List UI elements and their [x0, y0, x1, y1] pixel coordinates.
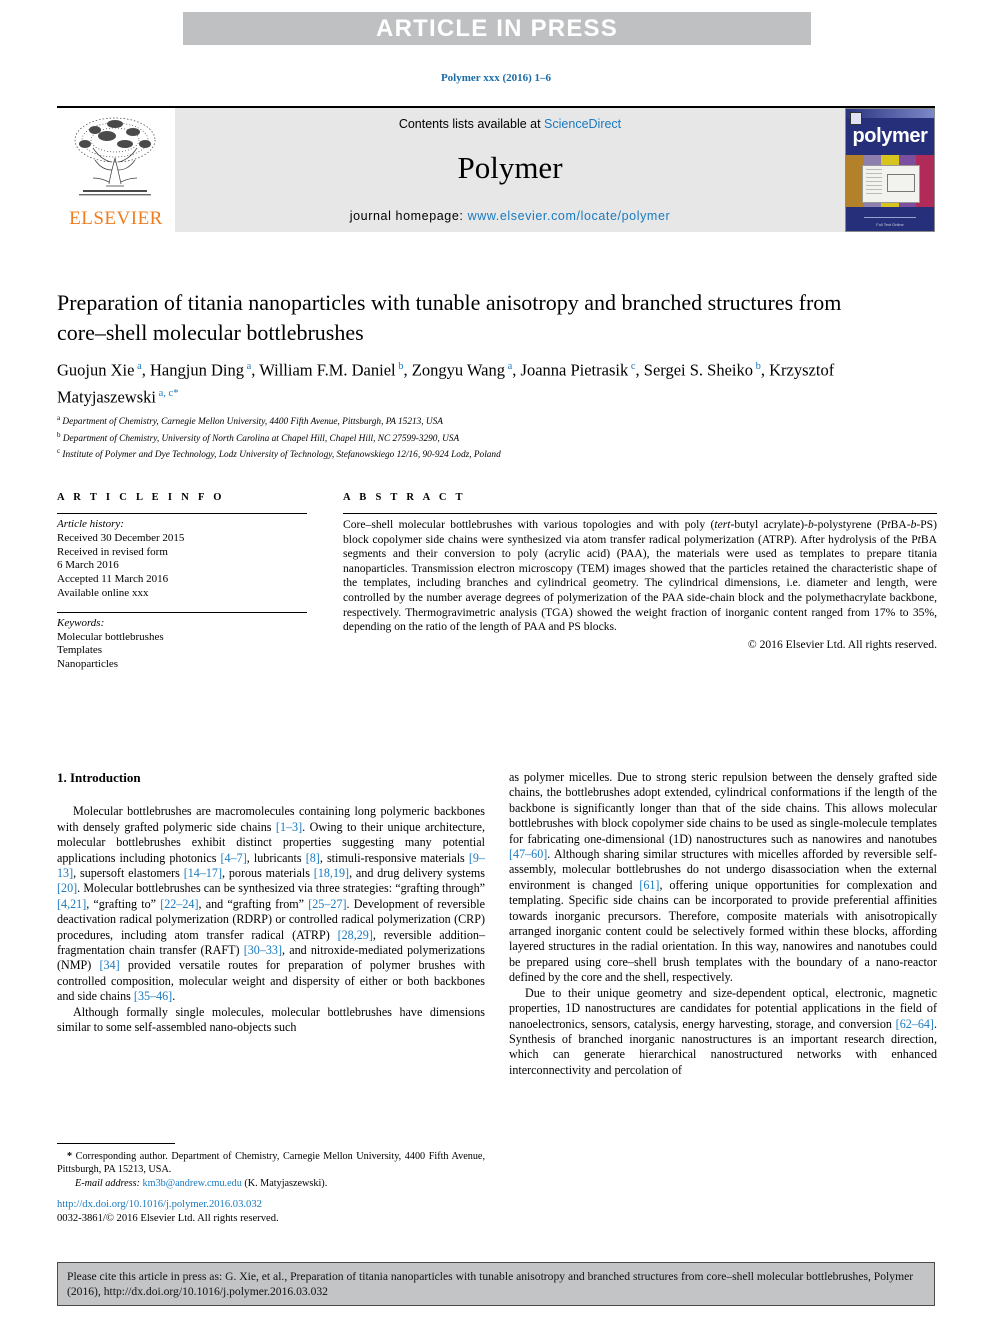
- cover-journal-name: polymer: [852, 125, 928, 147]
- affiliation-item: c Institute of Polymer and Dye Technolog…: [57, 447, 501, 461]
- author-affiliation-mark: a: [134, 361, 142, 372]
- running-head-citation: Polymer xxx (2016) 1–6: [440, 72, 552, 84]
- body-paragraph: as polymer micelles. Due to strong steri…: [509, 770, 937, 985]
- cite-this-article-box: Please cite this article in press as: G.…: [57, 1262, 935, 1306]
- author-affiliation-mark: a: [504, 361, 513, 372]
- right-column-paragraphs: as polymer micelles. Due to strong steri…: [509, 770, 937, 1078]
- page-title: Preparation of titania nanoparticles wit…: [57, 290, 842, 345]
- email-note: E-mail address: km3b@andrew.cmu.edu (K. …: [57, 1177, 485, 1190]
- keyword-item: Nanoparticles: [57, 658, 119, 671]
- journal-cover-thumbnail: polymer Full Text Online: [845, 108, 935, 232]
- issn-copyright-line: 0032-3861/© 2016 Elsevier Ltd. All right…: [57, 1212, 279, 1224]
- article-history-item: 6 March 2016: [57, 559, 119, 572]
- article-history-item: Accepted 11 March 2016: [57, 573, 169, 586]
- author-affiliation-mark: b: [753, 361, 761, 372]
- author-name: Sergei S. Sheiko: [643, 360, 754, 380]
- author-name: Zongyu Wang: [411, 360, 505, 380]
- cover-footer-rule: [864, 217, 916, 218]
- masthead-center-panel: Contents lists available at ScienceDirec…: [175, 108, 845, 232]
- author-name: Joanna Pietrasik: [520, 360, 629, 380]
- journal-homepage-url[interactable]: www.elsevier.com/locate/polymer: [468, 209, 671, 223]
- author-name: Guojun Xie: [57, 360, 135, 380]
- body-paragraph: Molecular bottlebrushes are macromolecul…: [57, 804, 486, 1004]
- body-paragraph: Due to their unique geometry and size-de…: [509, 985, 937, 1077]
- abstract-heading: A B S T R A C T: [343, 492, 466, 503]
- keyword-lines: Molecular bottlebrushes Templates Nanopart…: [57, 631, 307, 672]
- elsevier-wordmark: ELSEVIER: [69, 208, 163, 229]
- author-affiliation-mark: b: [395, 361, 404, 372]
- doi-link[interactable]: http://dx.doi.org/10.1016/j.polymer.2016…: [57, 1198, 485, 1212]
- sciencedirect-link[interactable]: ScienceDirect: [544, 117, 621, 131]
- email-address-label: E-mail address:: [75, 1178, 140, 1189]
- author-name: Hangjun Ding: [150, 360, 244, 380]
- elsevier-tree-icon: [74, 117, 156, 196]
- journal-masthead: ELSEVIER Contents lists available at Sci…: [57, 106, 935, 232]
- article-info-rule-mid: [57, 611, 307, 613]
- cover-inset-figure: [862, 165, 920, 203]
- body-column-left: 1. Introduction Molecular bottlebrushes …: [57, 770, 485, 1036]
- section-heading-introduction: 1. Introduction: [57, 770, 141, 785]
- cover-footer-text: Full Text Online: [876, 222, 904, 227]
- contents-available-line: Contents lists available at ScienceDirec…: [175, 117, 845, 131]
- article-history-label: Article history:: [57, 518, 124, 530]
- affiliation-mark: a: [57, 414, 61, 422]
- keyword-item: Templates: [57, 644, 103, 657]
- corresponding-author-mark: *: [173, 387, 179, 399]
- affiliation-item: a Department of Chemistry, Carnegie Mell…: [57, 414, 443, 428]
- article-history-item: Available online xxx: [57, 586, 149, 599]
- article-in-press-label: ARTICLE IN PRESS: [376, 14, 618, 42]
- cover-badge-icon: [850, 112, 862, 125]
- journal-homepage-label: journal homepage:: [349, 209, 468, 223]
- body-column-right: as polymer micelles. Due to strong steri…: [509, 770, 937, 1078]
- article-info-panel: A R T I C L E I N F O Article history: R…: [57, 492, 307, 672]
- author-name: William F.M. Daniel: [259, 360, 396, 380]
- email-owner: (K. Matyjaszewski).: [244, 1178, 328, 1189]
- left-column-paragraphs: Molecular bottlebrushes are macromolecul…: [57, 804, 485, 1035]
- article-history-lines: Received 30 December 2015 Received in rev…: [57, 532, 307, 601]
- journal-title: Polymer: [457, 150, 563, 185]
- author-list: Guojun Xie a, Hangjun Ding a, William F.…: [57, 360, 835, 407]
- affiliation-mark: b: [57, 430, 61, 439]
- affiliation-item: b Department of Chemistry, University of…: [57, 430, 460, 444]
- footnote-rule: [57, 1143, 175, 1144]
- article-history-item: Received 30 December 2015: [57, 531, 185, 544]
- article-info-rule-top: [57, 513, 307, 514]
- article-history-block: Article history: Received 30 December 20…: [57, 518, 307, 601]
- article-info-heading: A R T I C L E I N F O: [57, 492, 225, 503]
- keyword-item: Molecular bottlebrushes: [57, 630, 164, 643]
- author-affiliation-mark: c: [628, 361, 636, 372]
- affiliation-list: a Department of Chemistry, Carnegie Mell…: [57, 412, 937, 462]
- article-in-press-banner: ARTICLE IN PRESS: [183, 12, 811, 45]
- corresponding-author-note: * Corresponding author. Department of Ch…: [57, 1151, 485, 1175]
- footnote-block: * Corresponding author. Department of Ch…: [57, 1143, 485, 1190]
- journal-homepage-line: journal homepage: www.elsevier.com/locat…: [175, 209, 845, 223]
- article-history-item: Received in revised form: [57, 545, 168, 558]
- abstract-body: Core–shell molecular bottlebrushes with …: [343, 518, 937, 634]
- body-paragraph: Although formally single molecules, mole…: [57, 1004, 485, 1035]
- doi-block: http://dx.doi.org/10.1016/j.polymer.2016…: [57, 1198, 485, 1225]
- author-affiliation-mark: a: [243, 361, 252, 372]
- abstract-rule: [343, 513, 937, 514]
- abstract-copyright: © 2016 Elsevier Ltd. All rights reserved…: [747, 637, 937, 651]
- affiliation-mark: c: [57, 447, 61, 456]
- contents-available-label: Contents lists available at: [398, 117, 545, 131]
- author-affiliation-mark: a, c: [155, 387, 174, 399]
- keywords-label: Keywords:: [57, 616, 105, 629]
- keywords-block: Keywords: Molecular bottlebrushes Templat…: [57, 617, 307, 672]
- corresponding-email-link[interactable]: km3b@andrew.cmu.edu: [143, 1178, 242, 1189]
- abstract-panel: A B S T R A C T Core–shell molecular bot…: [343, 492, 937, 651]
- elsevier-logo: ELSEVIER: [57, 108, 175, 232]
